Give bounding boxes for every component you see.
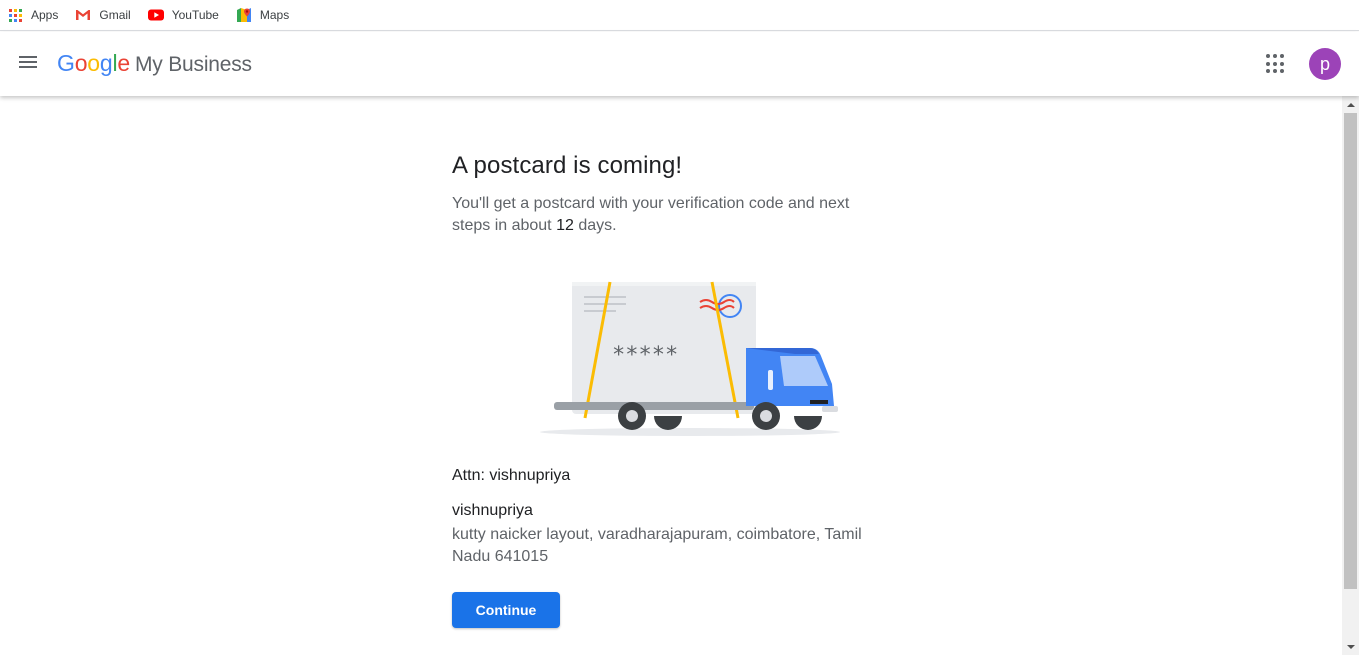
scroll-up-arrow-icon[interactable]	[1342, 96, 1359, 113]
hamburger-menu-icon[interactable]	[17, 53, 41, 75]
description-text-end: days.	[573, 217, 617, 234]
bookmark-gmail[interactable]: Gmail	[75, 3, 131, 27]
product-name: My Business	[135, 53, 252, 76]
page-title: A postcard is coming!	[452, 152, 683, 179]
attention-line: Attn: vishnupriya	[452, 467, 571, 484]
google-my-business-logo[interactable]: Google My Business	[57, 50, 252, 77]
bookmark-label: Gmail	[99, 8, 131, 22]
bookmark-maps[interactable]: Maps	[236, 3, 289, 27]
days-count: 12	[556, 217, 574, 234]
account-avatar[interactable]: p	[1309, 48, 1341, 80]
bookmark-youtube[interactable]: YouTube	[147, 3, 219, 27]
scroll-down-arrow-icon[interactable]	[1342, 638, 1359, 655]
description-text: You'll get a postcard with your verifica…	[452, 195, 850, 234]
apps-grid-icon	[7, 7, 23, 23]
recipient-name: vishnupriya	[452, 502, 533, 519]
app-header: Google My Business p	[0, 32, 1359, 96]
scrollbar-thumb[interactable]	[1344, 113, 1357, 589]
youtube-icon	[147, 7, 164, 23]
bookmark-label: Apps	[31, 8, 59, 22]
postcard-truck-illustration: *****	[540, 272, 840, 442]
bookmark-label: Maps	[259, 8, 290, 22]
bookmarks-bar: Apps Gmail YouTube Maps	[0, 0, 1359, 31]
postcard-code: *****	[612, 343, 678, 368]
gmail-icon	[75, 7, 91, 23]
bookmark-apps[interactable]: Apps	[7, 3, 58, 27]
continue-button[interactable]: Continue	[452, 592, 560, 628]
maps-icon	[236, 7, 252, 23]
google-wordmark: Google	[57, 50, 130, 76]
mailing-address: kutty naicker layout, varadharajapuram, …	[452, 526, 862, 565]
vertical-scrollbar[interactable]	[1342, 96, 1359, 655]
bookmark-label: YouTube	[171, 8, 219, 22]
description: You'll get a postcard with your verifica…	[452, 193, 872, 237]
google-apps-icon[interactable]	[1266, 54, 1286, 74]
